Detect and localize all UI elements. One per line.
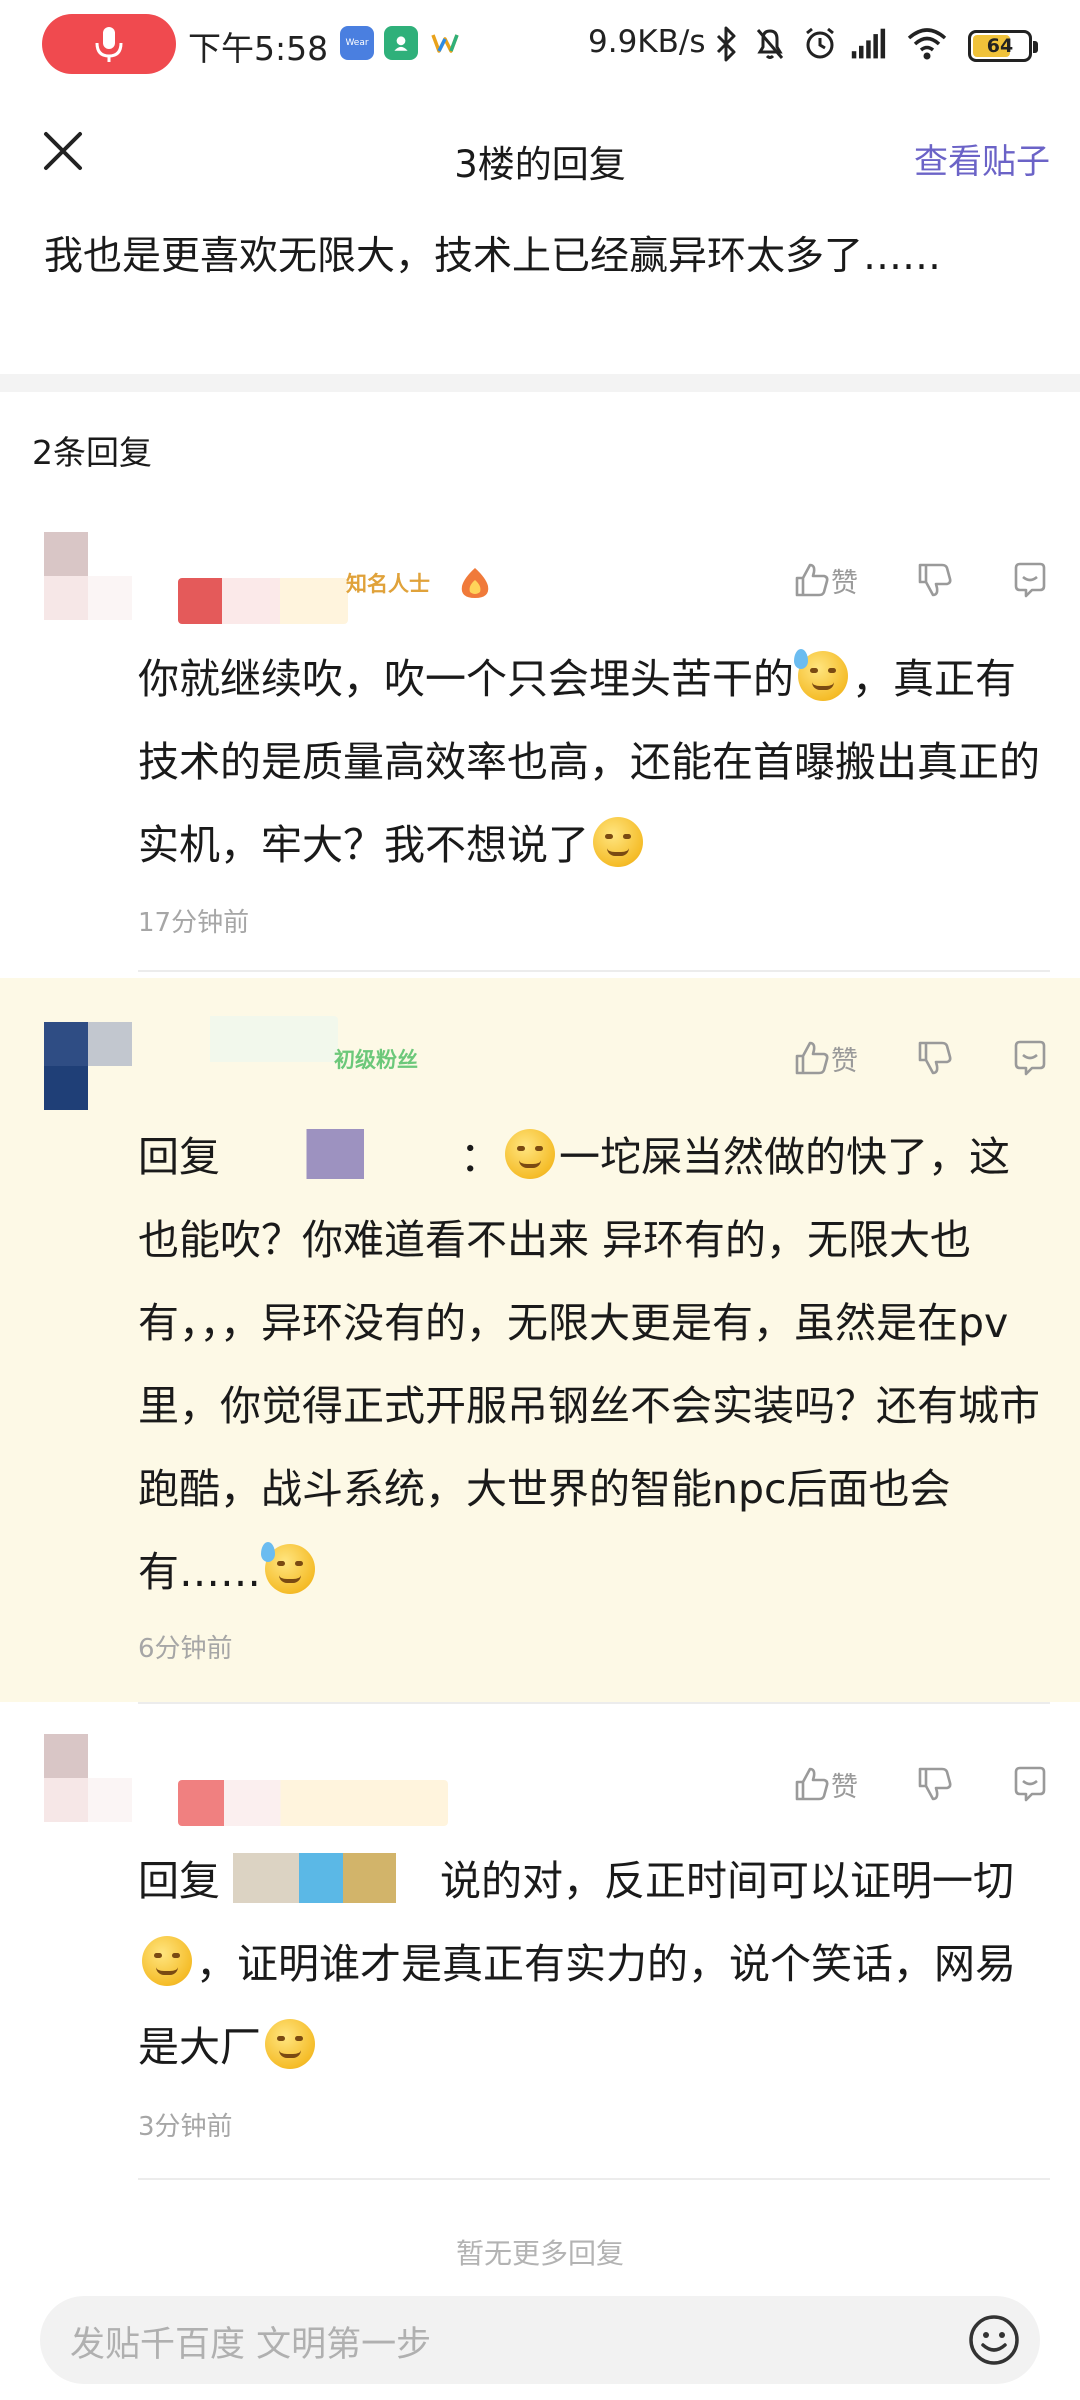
thumbs-down-icon <box>918 1767 952 1801</box>
microphone-icon <box>95 27 123 62</box>
input-placeholder: 发贴千百度 文明第一步 <box>70 2325 432 2365</box>
reply-button[interactable] <box>1010 1764 1050 1804</box>
thumbs-up-icon <box>795 1767 829 1801</box>
sweat-emoji-icon <box>261 1542 315 1594</box>
dislike-button[interactable] <box>914 1038 954 1078</box>
comment-time: 6分钟前 <box>138 1634 233 1664</box>
comment-bubble-icon <box>1014 1040 1046 1076</box>
like-button[interactable]: 赞 <box>791 1764 858 1804</box>
user-level-badge: 知名人士 <box>346 572 430 596</box>
username-blurred[interactable] <box>178 1016 338 1062</box>
like-button[interactable]: 赞 <box>791 1038 858 1078</box>
comment-item-highlighted: 初级粉丝 赞 回复：一坨屎当然做的快了，这也能吹？你难道看不出来 异环有的，无限… <box>0 978 1080 1702</box>
reply-button[interactable] <box>1010 560 1050 600</box>
comment-actions: 赞 <box>791 1038 1050 1078</box>
avatar[interactable] <box>44 1734 134 1824</box>
bluetooth-icon <box>716 26 736 62</box>
comment-item: 知名人士 赞 你就继续吹，吹一个只会埋头苦干的 ，真正有技术的是质量高效率也高，… <box>0 504 1080 974</box>
battery-indicator: 64 <box>968 30 1038 62</box>
fire-badge-icon <box>461 568 489 598</box>
thumbs-down-icon <box>918 563 952 597</box>
status-bar: 下午5:58 Wear 9.9KB/s 64 <box>0 0 1080 92</box>
top-nav-bar: 3楼的回复 查看贴子 <box>0 108 1080 208</box>
original-post-text: 我也是更喜欢无限大，技术上已经赢异环太多了…… <box>44 234 942 279</box>
separator <box>138 2178 1050 2180</box>
no-more-replies: 暂无更多回复 <box>455 2237 624 2270</box>
reply-button[interactable] <box>1010 1038 1050 1078</box>
reply-prefix: 回复 <box>138 1857 220 1905</box>
mentioned-user-blurred[interactable] <box>220 1129 460 1179</box>
username-blurred[interactable] <box>178 578 348 624</box>
thumbs-down-icon <box>918 1041 952 1075</box>
battery-tip <box>1033 41 1038 53</box>
mute-bell-icon <box>756 29 784 59</box>
dislike-button[interactable] <box>914 1764 954 1804</box>
username-blurred[interactable] <box>178 1780 448 1826</box>
view-post-link[interactable]: 查看贴子 <box>914 134 1050 183</box>
signal-strength-icon <box>851 28 886 59</box>
network-speed: 9.9KB/s <box>588 24 706 60</box>
dislike-button[interactable] <box>914 560 954 600</box>
reply-thread-page: 下午5:58 Wear 9.9KB/s 64 3楼的回复 查看贴子 我也是更喜欢… <box>0 0 1080 2400</box>
comment-text-part: 说的对，反正时间可以证明一切 <box>440 1857 1014 1905</box>
separator <box>138 1702 1050 1704</box>
comment-text: 回复 说的对，反正时间可以证明一切 ，证明谁才是真正有实力的，说个笑话，网易是大厂 <box>138 1840 1048 2089</box>
comment-text-part: 你就继续吹，吹一个只会埋头苦干的 <box>138 655 794 703</box>
reply-input[interactable]: 发贴千百度 文明第一步 <box>40 2296 1040 2384</box>
comment-text: 回复 ：一坨屎当然做的快了，这也能吹？你难道看不出来 异环有的，无限大也有，，，异… <box>138 1116 1048 1614</box>
clock: 下午5:58 <box>188 29 329 68</box>
laughing-emoji-icon <box>142 1936 192 1986</box>
laughing-emoji-icon <box>505 1129 555 1179</box>
smile-emoji-icon <box>593 817 643 867</box>
comment-item: 赞 回复 说的对，反正时间可以证明一切 ，证明谁才是真正有实力的，说个笑话，网易是大… <box>0 1706 1080 2186</box>
section-divider <box>0 374 1080 392</box>
separator <box>138 970 1050 972</box>
reply-input-bar: 发贴千百度 文明第一步 <box>0 2276 1080 2400</box>
avatar[interactable] <box>44 1022 134 1112</box>
comment-text-part: 一坨屎当然做的快了，这也能吹？你难道看不出来 异环有的，无限大也有，，，异环没有… <box>138 1133 1040 1596</box>
comment-time: 17分钟前 <box>138 908 250 938</box>
like-label: 赞 <box>831 567 858 599</box>
comment-actions: 赞 <box>791 1764 1050 1804</box>
reply-prefix: 回复 <box>138 1133 220 1181</box>
battery-level: 64 <box>986 35 1014 57</box>
like-button[interactable]: 赞 <box>791 560 858 600</box>
sweat-emoji-icon <box>794 649 848 701</box>
reply-count: 2条回复 <box>32 433 152 472</box>
thumbs-up-icon <box>795 563 829 597</box>
covering-mouth-emoji-icon <box>265 2019 315 2069</box>
w-app-icon <box>428 26 462 60</box>
comment-bubble-icon <box>1014 1766 1046 1802</box>
thumbs-up-icon <box>795 1041 829 1075</box>
user-level-badge: 初级粉丝 <box>334 1048 418 1072</box>
wifi-icon <box>907 28 947 60</box>
app-notification-icon <box>384 26 418 60</box>
alarm-icon <box>806 27 834 59</box>
comment-bubble-icon <box>1014 562 1046 598</box>
comment-text-part: ： <box>460 1133 501 1181</box>
like-label: 赞 <box>831 1045 858 1077</box>
avatar[interactable] <box>44 532 134 622</box>
voice-recording-indicator[interactable] <box>42 14 176 74</box>
emoji-picker-icon[interactable] <box>966 2312 1022 2368</box>
comment-actions: 赞 <box>791 560 1050 600</box>
like-label: 赞 <box>831 1771 858 1803</box>
comment-text: 你就继续吹，吹一个只会埋头苦干的 ，真正有技术的是质量高效率也高，还能在首曝搬出真… <box>138 638 1048 887</box>
wear-app-icon: Wear <box>340 26 374 60</box>
comment-time: 3分钟前 <box>138 2112 233 2142</box>
mentioned-user-blurred[interactable] <box>220 1853 440 1903</box>
